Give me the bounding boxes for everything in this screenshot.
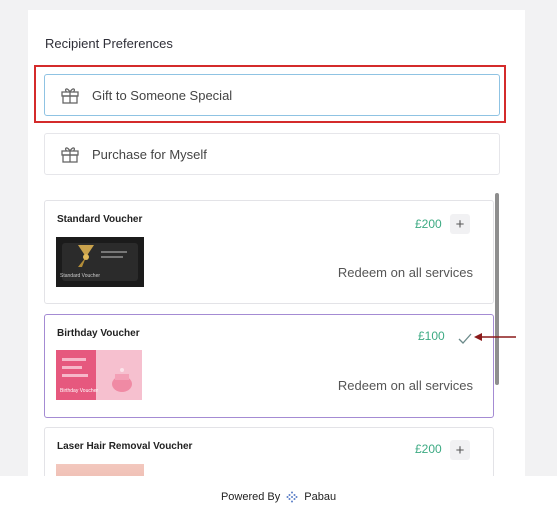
pabau-logo-icon [286,491,298,503]
scrollbar[interactable] [495,193,499,385]
birthday-voucher-image: Birthday Voucher [56,350,142,400]
add-voucher-button[interactable]: + [450,214,470,234]
option-label: Purchase for Myself [92,146,207,162]
voucher-list[interactable]: Standard Voucher £200 + Standard Voucher… [28,190,525,480]
option-purchase-for-myself[interactable]: Purchase for Myself [44,133,500,175]
voucher-redeem-text: Redeem on all services [337,265,473,280]
voucher-card-standard[interactable]: Standard Voucher £200 + Standard Voucher… [44,200,494,304]
birthday-voucher-image-text: Birthday Voucher [60,388,99,394]
option-label: Gift to Someone Special [92,87,233,103]
voucher-name: Laser Hair Removal Voucher [57,441,193,452]
voucher-price: £200 [415,442,442,456]
voucher-price: £200 [415,217,442,231]
gift-icon [60,143,82,165]
standard-voucher-image: Standard Voucher [56,237,144,287]
standard-voucher-image-text: Standard Voucher [60,273,101,279]
voucher-name: Standard Voucher [57,214,143,225]
check-icon[interactable] [457,331,473,347]
voucher-card-birthday[interactable]: Birthday Voucher £100 Birthday Voucher R… [44,314,494,418]
section-title: Recipient Preferences [45,36,173,51]
annotation-arrow [474,333,516,341]
add-voucher-button[interactable]: + [450,440,470,460]
voucher-price: £100 [418,329,445,343]
option-gift-to-someone-special[interactable]: Gift to Someone Special [44,74,500,116]
voucher-panel: Recipient Preferences Gift to Someone Sp… [28,10,525,480]
gift-icon [60,84,82,106]
voucher-name: Birthday Voucher [57,328,140,339]
voucher-card-laser-hair-removal[interactable]: Laser Hair Removal Voucher £200 + [44,427,494,480]
powered-by-text: Powered By [220,491,281,503]
pabau-brand-text[interactable]: Pabau [304,491,336,503]
footer: Powered By Pabau [0,476,557,518]
voucher-redeem-text: Redeem on all services [337,378,473,393]
